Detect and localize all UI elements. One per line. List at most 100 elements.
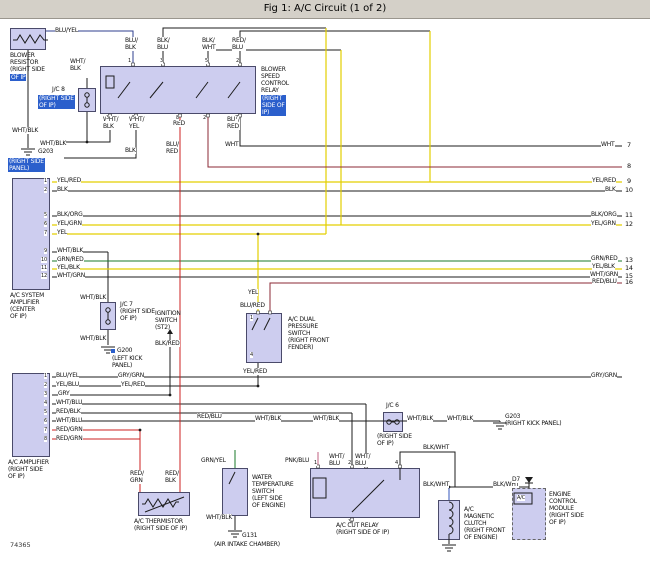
- pin-number: 3: [106, 115, 109, 121]
- ac-magnetic-clutch-box: [438, 500, 460, 540]
- component-label: J/C 8: [52, 86, 65, 93]
- wire-label: BLK: [57, 186, 68, 193]
- blower-resistor-box: [10, 28, 46, 50]
- highlighted-location-label: (RIGHT SIDE OF IP): [38, 95, 75, 109]
- wire-label: BLU/YEL: [55, 27, 78, 34]
- junction-connector-7-box: [100, 302, 116, 330]
- wire-label: BLU/YEL: [56, 372, 79, 379]
- engine-control-module-box: [512, 488, 546, 540]
- connector-pin-number: 14: [625, 265, 633, 272]
- junction-connector-6-box: [383, 412, 403, 432]
- wire-label: BLK/RED: [155, 340, 180, 347]
- wire-label: BLU/RED: [240, 302, 265, 309]
- ignition-arrow-icon: [167, 329, 173, 334]
- connector-pin-number: 16: [625, 279, 633, 286]
- wire-label: WHT/ BLK: [70, 58, 85, 72]
- wire-label: WHT/BLU: [56, 417, 82, 424]
- pin-number: 1: [128, 58, 131, 64]
- wire-label: BLK/ BLU: [157, 37, 170, 51]
- ac-system-amplifier-box: [12, 178, 50, 290]
- wire-label: WHT/BLU: [56, 399, 82, 406]
- wire-label: D7: [512, 476, 520, 483]
- highlighted-location-label: (RIGHT SIDE PANEL): [8, 158, 45, 172]
- wire-label: GRN/RED: [591, 255, 618, 262]
- component-label: G203: [38, 148, 53, 155]
- wire-label: WHT/BLK: [80, 335, 106, 342]
- pin-number: 5: [205, 58, 208, 64]
- pin-number: 2: [348, 460, 351, 466]
- wire-label: WHT: [225, 141, 239, 148]
- wire-label: WHT/ BLU: [355, 453, 370, 467]
- connector-pin-number: 11: [625, 212, 633, 219]
- wire-label: WHT/ YEL: [129, 116, 144, 130]
- wire-label: YEL/RED: [243, 368, 267, 375]
- figure-title-bar: Fig 1: A/C Circuit (1 of 2): [0, 0, 650, 19]
- pin-number: 5: [132, 115, 135, 121]
- component-label: J/C 7 (RIGHT SIDE OF IP): [120, 301, 155, 322]
- ac-amplifier-box: [12, 373, 50, 457]
- wire-label: BLK/WHT: [423, 444, 449, 451]
- pin-number: 3: [348, 519, 351, 525]
- blower-speed-control-relay-box: [100, 66, 256, 114]
- wire-label: RED/BLU: [592, 278, 617, 285]
- connector-pin-number: 15: [625, 273, 633, 280]
- wire-label: WHT/GRN: [57, 272, 85, 279]
- wire-label: YEL/GRN: [591, 220, 616, 227]
- wire-label: YEL/GRN: [57, 220, 82, 227]
- wire-label: BLK/ORG: [591, 211, 617, 218]
- wire-label: GRN/RED: [57, 256, 84, 263]
- wire-label: YEL/BLU: [56, 381, 79, 388]
- ac-cut-relay-box: [310, 468, 420, 518]
- wire-label: RED/ GRN: [130, 470, 144, 484]
- wire-label: WHT: [601, 141, 615, 148]
- wire-label: WHT/BLK: [40, 140, 66, 147]
- wire-label: YEL/RED: [57, 177, 81, 184]
- wire-label: WHT/BLK: [255, 415, 281, 422]
- component-label: IGNITION SWITCH (ST2): [155, 310, 181, 331]
- wire-label: RED/GRN: [56, 426, 83, 433]
- wire-label: BLU/ RED: [227, 116, 240, 130]
- wire-label: YEL/BLK: [592, 263, 615, 270]
- wire-label: YEL/RED: [121, 381, 145, 388]
- ac-dual-pressure-switch-box: [246, 313, 282, 363]
- component-label: J/C 6: [386, 402, 399, 409]
- component-label: A/C THERMISTOR (RIGHT SIDE OF IP): [134, 518, 187, 532]
- component-label: A/C AMPLIFIER (RIGHT SIDE OF IP): [8, 459, 49, 480]
- wire-label: GRN/YEL: [201, 457, 226, 464]
- pin-number: 7: [235, 115, 238, 121]
- component-label: BLOWER RESISTOR (RIGHT SIDE: [10, 52, 45, 73]
- wire-label: RED: [173, 120, 185, 127]
- wire-label: BLK/WHT: [423, 481, 449, 488]
- component-label: (AIR INTAKE CHAMBER): [214, 541, 280, 548]
- pin-number: 8: [176, 115, 179, 121]
- figure-viewer: Fig 1: A/C Circuit (1 of 2): [0, 0, 650, 563]
- junction-connector-8-box: [78, 88, 96, 112]
- pin-squares: [109, 63, 402, 521]
- pin-number: 2: [203, 115, 206, 121]
- wire-label: RED/ BLK: [165, 470, 179, 484]
- wire-label: WHT/BLK: [57, 247, 83, 254]
- document-number: 74365: [10, 541, 31, 549]
- connector-pin-number: 9: [627, 178, 631, 185]
- pin-number: 4: [395, 460, 398, 466]
- component-label: ENGINE CONTROL MODULE (RIGHT SIDE OF IP): [549, 491, 584, 526]
- component-label: WATER TEMPERATURE SWITCH (LEFT SIDE OF E…: [252, 474, 293, 509]
- wire-label: BLU/ BLK: [125, 37, 138, 51]
- connector-pin-number: 10: [625, 187, 633, 194]
- wire-label: RED/ BLU: [232, 37, 246, 51]
- wire-label: BLU/ RED: [166, 141, 179, 155]
- wire-label: BLK/ORG: [57, 211, 83, 218]
- pin-number: 3: [160, 58, 163, 64]
- wire-label: WHT/BLK: [313, 415, 339, 422]
- wire-label: YEL/BLK: [57, 264, 80, 271]
- component-label: A/C SYSTEM AMPLIFIER (CENTER OF IP): [10, 292, 44, 320]
- navy-wires: [46, 31, 133, 66]
- component-label: A/C DUAL PRESSURE SWITCH (RIGHT FRONT FE…: [288, 316, 329, 351]
- wire-label: BLK/ WHT: [202, 37, 216, 51]
- pin-number: 2: [236, 58, 239, 64]
- wire-label: GRY: [58, 390, 70, 397]
- connector-pin-number: 8: [627, 163, 631, 170]
- wire-label: RED/BLK: [56, 408, 81, 415]
- connector-pin-number: 12: [625, 221, 633, 228]
- wire-label: WHT/GRN: [590, 271, 618, 278]
